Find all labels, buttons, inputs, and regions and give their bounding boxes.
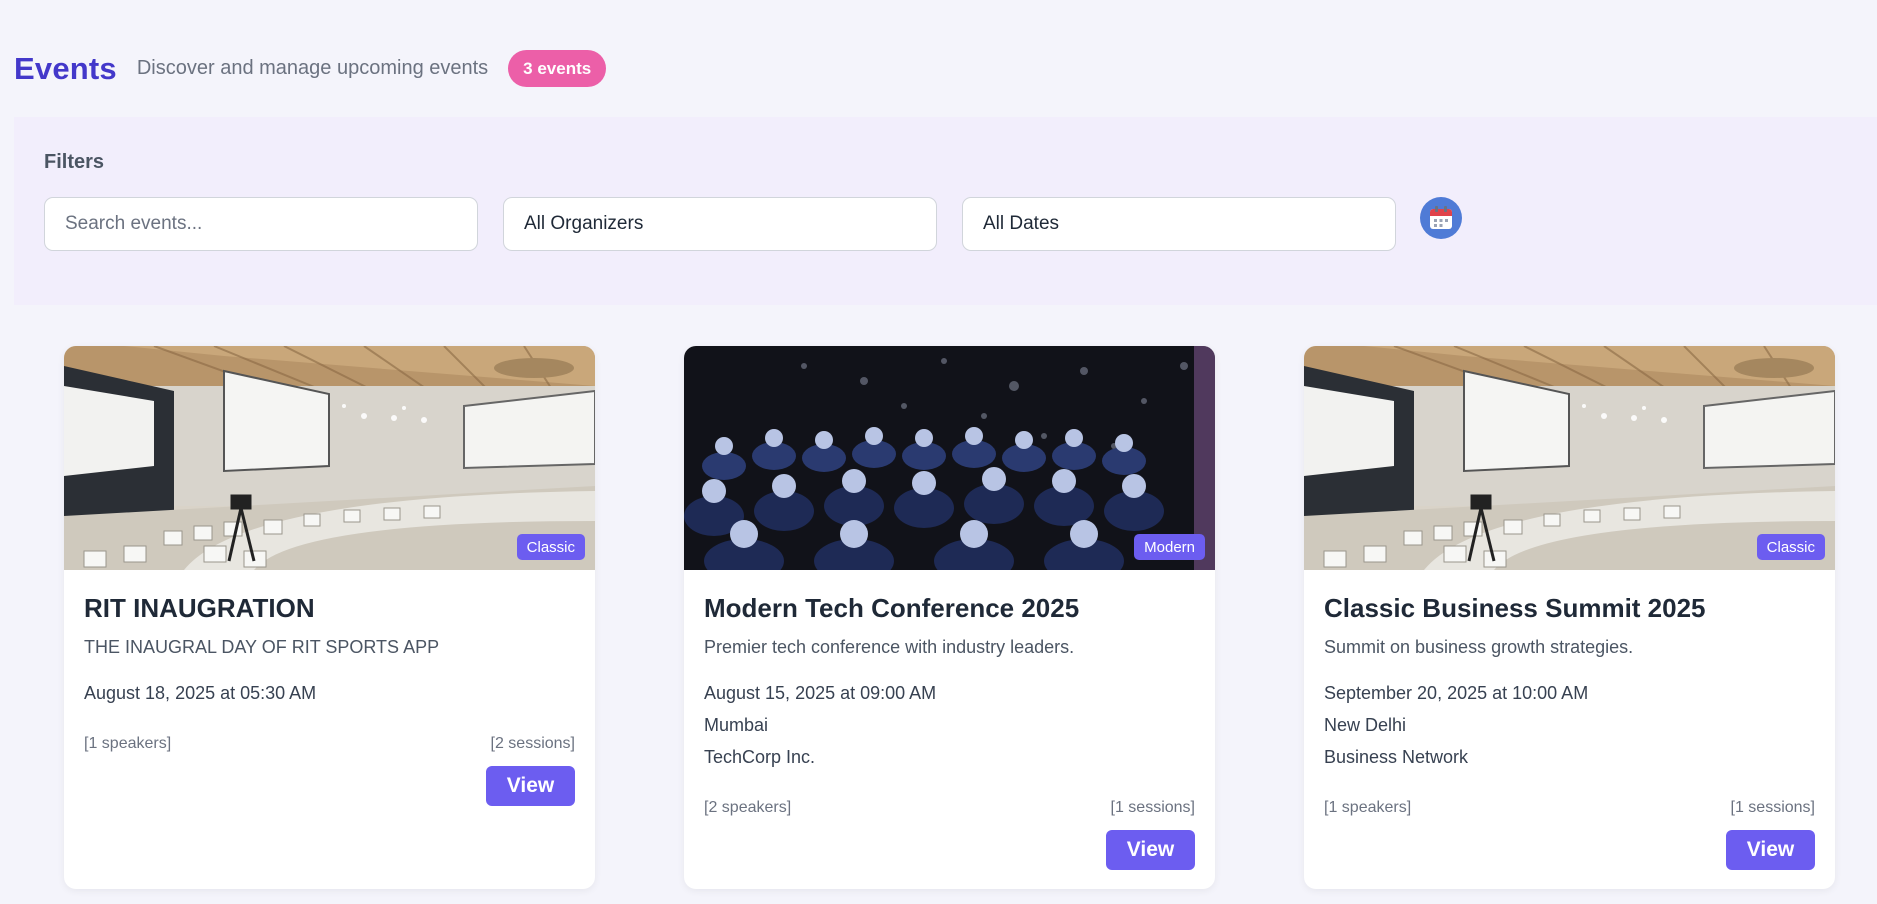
- event-title: RIT INAUGRATION: [84, 593, 315, 623]
- style-badge: Modern: [1134, 534, 1205, 560]
- event-image: [64, 346, 595, 570]
- organizer-select[interactable]: All Organizers: [503, 197, 937, 251]
- style-badge: Classic: [516, 534, 585, 560]
- date-select[interactable]: All Dates: [962, 197, 1396, 251]
- page-subtitle: Discover and manage upcoming events: [136, 57, 489, 79]
- event-description: THE INAUGRAL DAY OF RIT SPORTS APP: [84, 637, 440, 657]
- sessions-count: [2 sessions]: [490, 735, 575, 752]
- page-title: Events: [14, 50, 117, 86]
- style-badge: Classic: [1756, 534, 1825, 560]
- event-location: Mumbai: [704, 715, 769, 735]
- event-card: Modern Modern Tech Conference 2025 Premi…: [684, 346, 1215, 889]
- event-description: Premier tech conference with industry le…: [704, 637, 1075, 657]
- event-datetime: September 20, 2025 at 10:00 AM: [1324, 683, 1589, 703]
- filters-label: Filters: [44, 151, 105, 173]
- speakers-count: [1 speakers]: [84, 735, 172, 752]
- event-datetime: August 18, 2025 at 05:30 AM: [84, 683, 317, 703]
- page-header: Events Discover and manage upcoming even…: [14, 50, 607, 87]
- event-title: Classic Business Summit 2025: [1324, 593, 1706, 623]
- event-datetime: August 15, 2025 at 09:00 AM: [704, 683, 937, 703]
- event-organizer: Business Network: [1324, 747, 1469, 767]
- speakers-count: [2 speakers]: [704, 799, 792, 816]
- filters-panel: Filters All Organizers All Dates: [14, 117, 1877, 305]
- event-location: New Delhi: [1324, 715, 1407, 735]
- view-button[interactable]: View: [1726, 830, 1815, 870]
- event-organizer: TechCorp Inc.: [704, 747, 816, 767]
- event-description: Summit on business growth strategies.: [1324, 637, 1634, 657]
- event-card: Classic Classic Business Summit 2025 Sum…: [1304, 346, 1835, 889]
- sessions-count: [1 sessions]: [1110, 799, 1195, 816]
- event-image: [1304, 346, 1835, 570]
- search-input[interactable]: [44, 197, 478, 251]
- event-title: Modern Tech Conference 2025: [704, 593, 1080, 623]
- event-card: Classic RIT INAUGRATION THE INAUGRAL DAY…: [64, 346, 595, 889]
- calendar-icon: [1430, 206, 1452, 229]
- calendar-button[interactable]: [1420, 197, 1462, 239]
- sessions-count: [1 sessions]: [1730, 799, 1815, 816]
- view-button[interactable]: View: [1106, 830, 1195, 870]
- speakers-count: [1 speakers]: [1324, 799, 1412, 816]
- view-button[interactable]: View: [486, 766, 575, 806]
- events-count-badge: 3 events: [508, 50, 607, 87]
